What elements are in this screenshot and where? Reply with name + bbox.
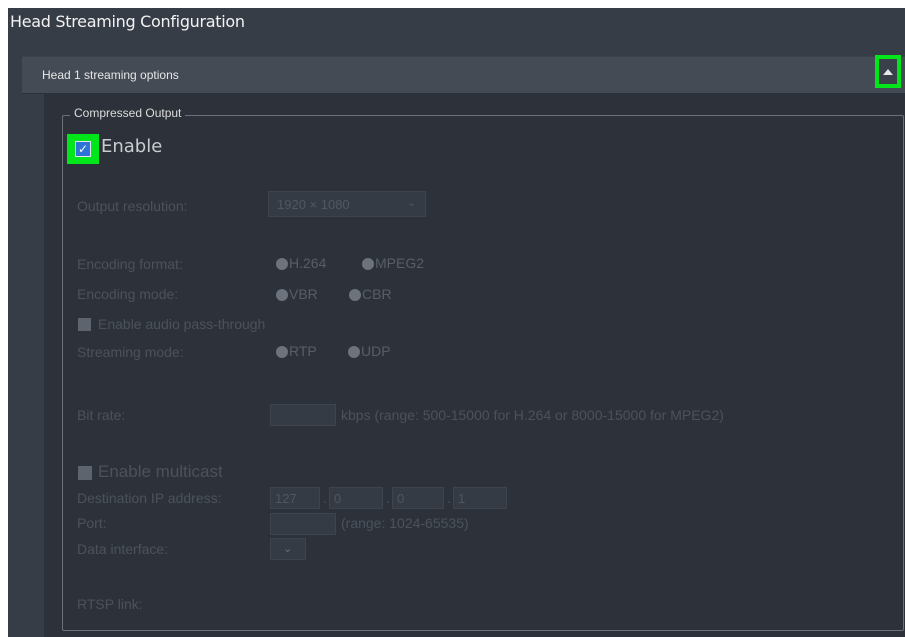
rtsp-link-label: RTSP link: [77, 596, 143, 612]
radio-udp-label: UDP [361, 343, 391, 359]
multicast-label: Enable multicast [98, 462, 223, 481]
radio-h264-label: H.264 [289, 255, 327, 271]
radio-cbr[interactable] [349, 289, 361, 301]
encoding-format-label: Encoding format: [77, 256, 183, 272]
data-interface-select[interactable]: ⌄ [270, 538, 306, 560]
multicast-checkbox[interactable] [78, 466, 92, 480]
bit-rate-input[interactable] [270, 404, 336, 426]
port-hint: (range: 1024-65535) [341, 515, 469, 531]
ip-octet-2[interactable]: 0 [329, 487, 383, 509]
radio-mpeg2-label: MPEG2 [375, 255, 425, 271]
radio-vbr-label: VBR [289, 286, 318, 302]
audio-passthrough-checkbox[interactable] [78, 318, 91, 331]
radio-rtp-label: RTP [289, 343, 317, 359]
ip-octet-4[interactable]: 1 [453, 487, 507, 509]
ip-octet-4-value: 1 [458, 491, 466, 506]
bit-rate-hint: kbps (range: 500-15000 for H.264 or 8000… [341, 407, 724, 423]
bit-rate-label: Bit rate: [77, 407, 126, 423]
ip-sep-3: . [447, 490, 451, 506]
ip-octet-1[interactable]: 127 [270, 487, 320, 509]
enable-checkbox-highlight[interactable]: ✓ [67, 134, 99, 164]
ip-octet-3-value: 0 [397, 491, 405, 506]
port-input[interactable] [270, 513, 336, 535]
section-label: Head 1 streaming options [42, 68, 179, 82]
radio-cbr-label: CBR [362, 286, 392, 302]
audio-passthrough-label: Enable audio pass-through [98, 316, 266, 332]
radio-udp[interactable] [348, 346, 360, 358]
collapse-section-button[interactable] [875, 55, 901, 88]
radio-h264[interactable] [276, 258, 288, 270]
radio-rtp[interactable] [276, 346, 288, 358]
group-legend: Compressed Output [70, 106, 186, 120]
output-resolution-label: Output resolution: [77, 198, 188, 214]
output-resolution-value: 1920 × 1080 [277, 197, 350, 212]
chevron-down-icon: ⌄ [283, 543, 293, 555]
port-label: Port: [77, 515, 107, 531]
enable-label: Enable [101, 136, 163, 157]
output-resolution-select[interactable]: 1920 × 1080 ⌄ [268, 191, 426, 217]
ip-octet-2-value: 0 [334, 491, 342, 506]
data-interface-label: Data interface: [77, 541, 169, 557]
ip-sep-2: . [386, 490, 390, 506]
chevron-down-icon: ⌄ [407, 197, 417, 209]
destination-ip-label: Destination IP address: [77, 490, 222, 506]
triangle-up-icon [883, 68, 893, 75]
ip-sep-1: . [323, 490, 327, 506]
streaming-mode-label: Streaming mode: [77, 344, 184, 360]
page-title: Head Streaming Configuration [10, 12, 245, 31]
encoding-mode-label: Encoding mode: [77, 286, 179, 302]
enable-checkbox[interactable]: ✓ [75, 141, 91, 157]
ip-octet-1-value: 127 [275, 491, 297, 506]
ip-octet-3[interactable]: 0 [392, 487, 444, 509]
head-1-section-header[interactable]: Head 1 streaming options [22, 56, 905, 94]
radio-vbr[interactable] [276, 289, 288, 301]
radio-mpeg2[interactable] [362, 258, 374, 270]
compressed-output-group [62, 115, 904, 631]
